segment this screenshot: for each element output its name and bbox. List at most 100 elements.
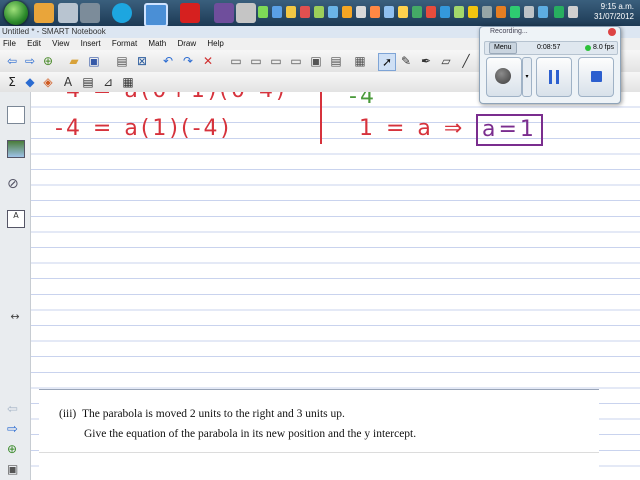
tray-icon[interactable] [398,6,408,18]
recorder-menu-dropdown[interactable]: Menu [489,42,517,54]
folder-app-icon[interactable] [34,3,54,23]
tray-icon[interactable] [554,6,564,18]
redo-icon[interactable]: ↷ [180,53,196,69]
menu-view[interactable]: View [52,39,69,48]
calculator-app-icon[interactable] [80,3,100,23]
pause-button[interactable] [536,57,572,97]
tray-icon[interactable] [482,6,492,18]
delete-icon[interactable]: ✕ [200,53,216,69]
tray-icon[interactable] [356,6,366,18]
tray-icon[interactable] [258,6,268,18]
acrobat-app-icon[interactable] [180,3,200,23]
handwritten-value-right-top: -4 [349,92,377,109]
tray-icon[interactable] [524,6,534,18]
tray-icon[interactable] [272,6,282,18]
tray-icon[interactable] [468,6,478,18]
move-sidebar-icon[interactable]: ↔ [7,310,23,326]
clock-date: 31/07/2012 [593,12,634,21]
menu-file[interactable]: File [3,39,16,48]
tray-icon[interactable] [412,6,422,18]
page-sorter-icon[interactable] [7,106,25,124]
document-app-icon[interactable] [58,3,78,23]
tray-icon[interactable] [286,6,296,18]
whiteboard-canvas[interactable]: -4 = a(0+1)(0-4) -4 = a(1)(-4) -4 1 = a … [31,92,640,480]
graph-icon[interactable]: ▦ [120,74,136,90]
delete-page-icon[interactable]: ▣ [7,462,23,478]
start-button[interactable] [4,1,28,25]
tray-icon[interactable] [314,6,324,18]
menu-math[interactable]: Math [148,39,166,48]
tray-icon[interactable] [300,6,310,18]
paste-icon[interactable]: ▤ [114,53,130,69]
document-camera-icon[interactable]: ▣ [308,53,324,69]
menu-help[interactable]: Help [207,39,223,48]
worksheet-question: (iii) The parabola is moved 2 units to t… [39,389,599,480]
eraser-icon[interactable]: ▱ [438,53,454,69]
tray-icon[interactable] [510,6,520,18]
line-icon[interactable]: ╱ [458,53,474,69]
add-page-icon[interactable]: ⊕ [40,53,56,69]
gallery-icon[interactable] [7,140,25,158]
measure-icon[interactable]: ⊿ [100,74,116,90]
menu-format[interactable]: Format [112,39,137,48]
back-icon[interactable]: ⇦ [4,53,20,69]
properties-tab-icon[interactable]: A [7,210,25,228]
tray-icon[interactable] [384,6,394,18]
tray-icon[interactable] [440,6,450,18]
tray-icon[interactable] [454,6,464,18]
record-button[interactable] [486,57,522,97]
tray-icon[interactable] [342,6,352,18]
recorder-elapsed: 0:08:57 [537,44,561,51]
pen-icon[interactable]: ✎ [398,53,414,69]
question-label: (iii) [59,408,77,420]
tray-icon[interactable] [538,6,548,18]
tray-icon[interactable] [496,6,506,18]
undo-icon[interactable]: ↶ [160,53,176,69]
next-page-icon[interactable]: ⇨ [7,422,23,438]
stop-icon [591,71,602,82]
attachments-icon[interactable]: ⊘ [7,176,23,192]
screen-shade-icon[interactable]: ⊠ [134,53,150,69]
display-icon[interactable]: ▭ [228,53,244,69]
creative-pen-icon[interactable]: ✒ [418,53,434,69]
save-icon[interactable]: ▣ [86,53,102,69]
taskbar: 9:15 a.m. 31/07/2012 [0,0,640,27]
menu-insert[interactable]: Insert [81,39,101,48]
open-folder-icon[interactable]: ▰ [66,53,82,69]
record-icon [495,68,511,84]
full-screen-icon[interactable]: ▭ [248,53,264,69]
select-arrow-icon[interactable]: ➚ [378,53,396,71]
sigma-icon[interactable]: Σ [4,74,20,90]
skype-app-icon[interactable] [112,3,132,23]
text-icon[interactable]: A [60,74,76,90]
fill-icon[interactable]: ◈ [40,74,56,90]
volume-app-icon[interactable] [236,3,256,23]
question-line-1: (iii) The parabola is moved 2 units to t… [59,408,345,420]
smart-notebook-app-icon[interactable] [144,3,168,27]
media-app-icon[interactable] [214,3,234,23]
prev-page-icon[interactable]: ⇦ [7,402,23,418]
add-page-side-icon[interactable]: ⊕ [7,442,23,458]
tray-icon[interactable] [328,6,338,18]
dual-page-icon[interactable]: ▭ [268,53,284,69]
shapes-icon[interactable]: ◆ [22,74,38,90]
properties-icon[interactable]: ▤ [80,74,96,90]
recorder-status-bar: Menu 0:08:57 8.0 fps [484,41,618,55]
window-title: Untitled * - SMART Notebook [2,27,106,36]
tray-icon[interactable] [568,6,578,18]
menu-edit[interactable]: Edit [27,39,41,48]
tray-icon[interactable] [370,6,380,18]
clock-time: 9:15 a.m. [600,2,634,11]
stop-button[interactable] [578,57,614,97]
system-clock[interactable]: 9:15 a.m. 31/07/2012 [594,2,634,22]
smart-recorder-icon[interactable]: ▤ [328,53,344,69]
recorder-close-icon[interactable] [608,28,616,36]
menu-draw[interactable]: Draw [177,39,196,48]
handwritten-equation-top: -4 = a(0+1)(0-4) [55,92,288,103]
record-options-icon[interactable]: ▾ [522,57,532,97]
recorder-window[interactable]: Recording... Menu 0:08:57 8.0 fps ▾ [479,26,621,104]
forward-icon[interactable]: ⇨ [22,53,38,69]
tray-icon[interactable] [426,6,436,18]
screen-capture-icon[interactable]: ▭ [288,53,304,69]
table-icon[interactable]: ▦ [352,53,368,69]
